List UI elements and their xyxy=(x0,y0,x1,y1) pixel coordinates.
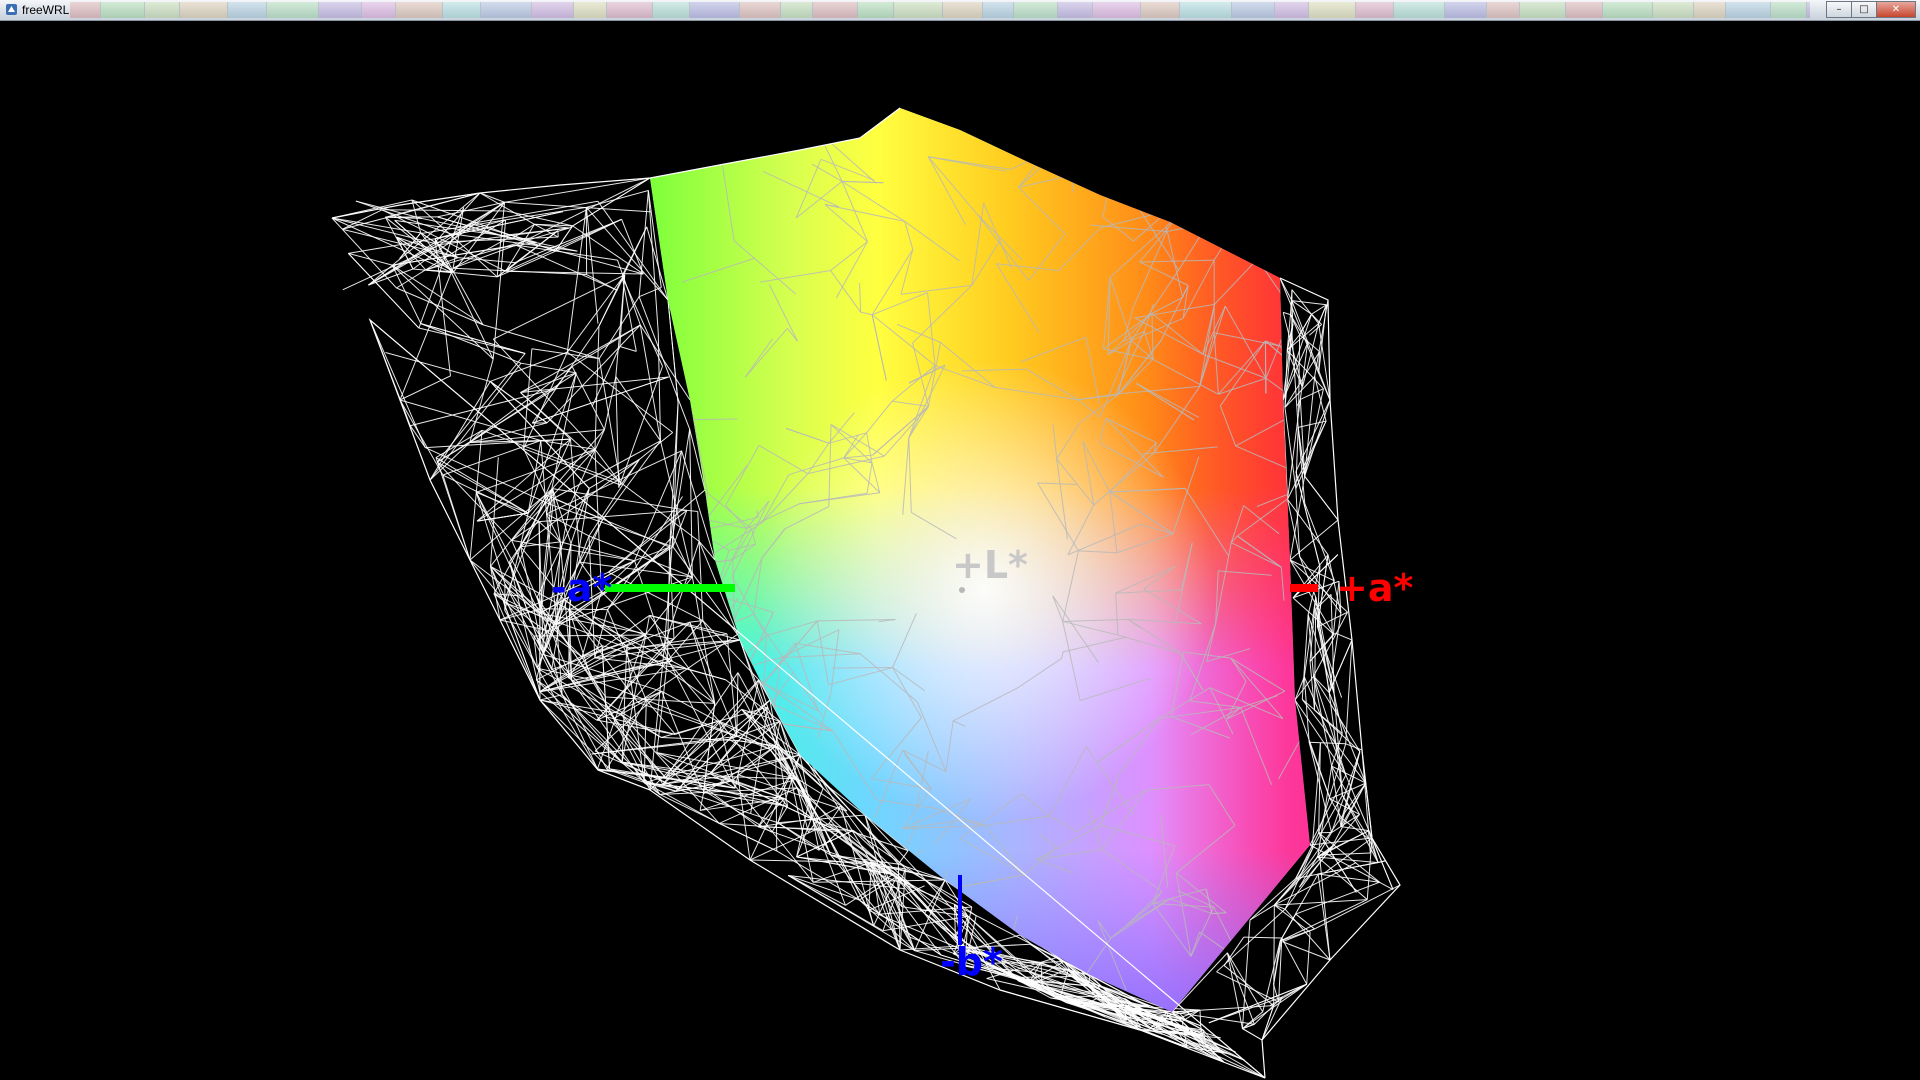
close-icon: ✕ xyxy=(1891,4,1901,15)
title-bar[interactable]: freeWRL – □ ✕ xyxy=(0,0,1920,21)
background-window-thumbnail xyxy=(574,2,607,18)
background-window-thumbnail xyxy=(1726,2,1771,18)
background-window-thumbnail xyxy=(943,2,983,18)
background-window-thumbnail xyxy=(1487,2,1520,18)
background-window-thumbnail xyxy=(1309,2,1356,18)
background-window-thumbnail xyxy=(740,2,781,18)
background-window-thumbnail xyxy=(101,2,145,18)
minimize-icon: – xyxy=(1836,4,1842,15)
l-axis-point xyxy=(959,587,965,593)
background-window-thumbnail xyxy=(319,2,362,18)
background-window-strip xyxy=(70,2,1810,18)
neg-b-axis-label: -b* xyxy=(940,940,1003,984)
window-controls: – □ ✕ xyxy=(1826,1,1916,18)
background-window-thumbnail xyxy=(1058,2,1093,18)
background-window-thumbnail xyxy=(894,2,943,18)
background-window-thumbnail xyxy=(858,2,894,18)
background-window-thumbnail xyxy=(1694,2,1726,18)
3d-viewport[interactable]: -a* +a* -b* +L* xyxy=(0,21,1920,1080)
close-button[interactable]: ✕ xyxy=(1876,1,1916,18)
maximize-button[interactable]: □ xyxy=(1851,1,1877,18)
background-window-thumbnail xyxy=(228,2,267,18)
background-window-thumbnail xyxy=(443,2,481,18)
background-window-thumbnail xyxy=(267,2,319,18)
background-window-thumbnail xyxy=(1141,2,1180,18)
background-window-thumbnail xyxy=(781,2,813,18)
background-window-thumbnail xyxy=(70,2,101,18)
background-window-thumbnail xyxy=(145,2,180,18)
pos-l-axis-label: +L* xyxy=(952,543,1028,587)
background-window-thumbnail xyxy=(396,2,443,18)
background-window-thumbnail xyxy=(1445,2,1487,18)
background-window-thumbnail xyxy=(1093,2,1141,18)
background-window-thumbnail xyxy=(481,2,532,18)
background-window-thumbnail xyxy=(1180,2,1232,18)
background-window-thumbnail xyxy=(653,2,690,18)
pos-a-axis-label: +a* xyxy=(1336,566,1413,610)
freewrl-window: freeWRL – □ ✕ -a* +a* -b* +L* xyxy=(0,0,1920,1080)
background-window-thumbnail xyxy=(1356,2,1394,18)
maximize-icon: □ xyxy=(1859,4,1869,15)
freewrl-app-icon xyxy=(6,4,17,15)
background-window-thumbnail xyxy=(983,2,1014,18)
background-window-thumbnail xyxy=(1771,2,1807,18)
background-window-thumbnail xyxy=(1566,2,1603,18)
background-window-thumbnail xyxy=(1394,2,1445,18)
neg-a-axis-label: -a* xyxy=(551,566,612,610)
background-window-thumbnail xyxy=(1653,2,1694,18)
background-window-thumbnail xyxy=(180,2,228,18)
minimize-button[interactable]: – xyxy=(1826,1,1852,18)
background-window-thumbnail xyxy=(1520,2,1566,18)
background-window-thumbnail xyxy=(1275,2,1309,18)
background-window-thumbnail xyxy=(690,2,740,18)
background-window-thumbnail xyxy=(607,2,653,18)
background-window-thumbnail xyxy=(1014,2,1058,18)
background-window-thumbnail xyxy=(1807,2,1810,18)
background-window-thumbnail xyxy=(813,2,858,18)
background-window-thumbnail xyxy=(532,2,574,18)
background-window-thumbnail xyxy=(362,2,396,18)
background-window-thumbnail xyxy=(1232,2,1275,18)
background-window-thumbnail xyxy=(1603,2,1653,18)
window-title: freeWRL xyxy=(22,3,70,17)
gamut-scene: -a* +a* -b* +L* xyxy=(331,107,1413,1079)
